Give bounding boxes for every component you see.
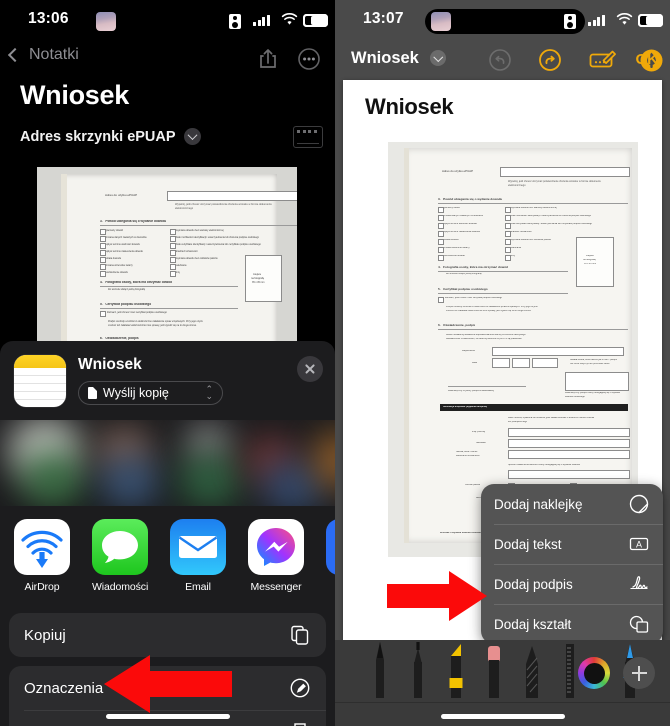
chevron-left-icon — [7, 47, 23, 63]
page-title: Wniosek — [20, 80, 129, 110]
more-ellipsis-icon[interactable] — [296, 46, 322, 72]
battery-icon — [638, 14, 663, 27]
island-thumbnail — [96, 12, 116, 31]
suggested-contacts-row[interactable] — [0, 420, 335, 506]
pen-tool[interactable] — [361, 640, 399, 702]
status-time: 13:07 — [363, 10, 404, 27]
wifi-icon — [281, 13, 298, 26]
menu-item-label: Dodaj tekst — [494, 536, 562, 552]
markup-toolbar-icon[interactable] — [587, 47, 617, 73]
printer-icon — [289, 721, 311, 726]
svg-text:A: A — [636, 539, 642, 549]
left-phone-panel: 13:06 Notatki Wniosek Adres skrzynki ePU… — [0, 0, 335, 726]
document-heading: Wniosek — [365, 94, 454, 119]
menu-item-dodaj-podpis[interactable]: Dodaj podpis — [481, 564, 663, 604]
cellular-signal-icon — [253, 14, 270, 26]
action-group-copy: Kopiuj — [9, 613, 326, 657]
action-label: Kopiuj — [24, 626, 66, 644]
markup-nav-bar: Wniosek OK — [335, 40, 670, 80]
action-kopiuj[interactable]: Kopiuj — [9, 613, 326, 657]
menu-item-dodaj-naklejke[interactable]: Dodaj naklejkę — [481, 484, 663, 524]
messages-icon — [92, 519, 148, 575]
dual-phone-screenshot: 13:06 Notatki Wniosek Adres skrzynki ePU… — [0, 0, 670, 726]
share-app-messenger[interactable]: Messenger — [248, 519, 304, 593]
red-arrow-left-pointing-at-oznaczenia — [104, 653, 232, 715]
eraser-tool[interactable] — [475, 640, 513, 702]
send-copy-option[interactable]: Wyślij kopię ⌃ ⌄ — [78, 381, 223, 405]
up-down-chevron-icon: ⌃ ⌄ — [205, 384, 213, 401]
notes-app-icon — [14, 355, 66, 407]
mail-icon — [170, 519, 226, 575]
share-app-airdrop[interactable]: AirDrop — [14, 519, 70, 593]
plus-icon[interactable] — [623, 657, 655, 689]
share-app-email[interactable]: Email — [170, 519, 226, 593]
signal-icon — [326, 519, 335, 575]
menu-item-label: Dodaj podpis — [494, 576, 573, 592]
share-app-label: Wiadomości — [92, 581, 149, 593]
undo-icon[interactable] — [487, 47, 513, 73]
text-box-icon: A — [628, 533, 650, 555]
red-arrow-right-pointing-at-dodaj-podpis — [387, 570, 487, 622]
document-title-button[interactable]: Wniosek — [351, 49, 447, 68]
share-sheet-header: Wniosek Wyślij kopię ⌃ ⌄ — [0, 341, 335, 409]
status-time: 13:06 — [28, 10, 69, 27]
left-nav-bar: Notatki — [0, 40, 335, 80]
keyboard-icon[interactable] — [293, 126, 323, 148]
dynamic-island[interactable] — [425, 9, 585, 34]
markup-add-menu: Dodaj naklejkę Dodaj tekst A Dodaj podpi… — [481, 484, 663, 644]
home-indicator — [440, 714, 565, 719]
dynamic-island[interactable] — [90, 9, 250, 34]
back-label: Notatki — [29, 46, 79, 63]
speaker-icon — [564, 14, 576, 29]
color-wheel-icon[interactable] — [578, 657, 610, 689]
share-app-messages[interactable]: Wiadomości — [92, 519, 148, 593]
cellular-signal-icon — [588, 14, 605, 26]
share-icon[interactable] — [255, 46, 281, 72]
share-app-label: Messenger — [250, 581, 302, 593]
lasso-tool[interactable] — [513, 640, 551, 702]
attachment-label: Adres skrzynki ePUAP — [20, 128, 176, 145]
send-copy-label: Wyślij kopię — [103, 386, 169, 400]
share-app-label: AirDrop — [24, 581, 60, 593]
wifi-icon — [616, 13, 633, 26]
share-sheet-title: Wniosek — [78, 356, 142, 373]
marker-tool[interactable] — [399, 640, 437, 702]
share-apps-row: AirDrop Wiadomości Email Messenger — [0, 519, 335, 607]
highlighter-tool[interactable] — [437, 640, 475, 702]
back-to-notatki-button[interactable]: Notatki — [7, 46, 79, 64]
chevron-down-icon[interactable] — [183, 128, 201, 145]
done-ok-button[interactable]: OK — [636, 51, 659, 68]
document-icon — [88, 387, 97, 399]
share-app-label: S — [326, 581, 335, 593]
markup-toolbar — [335, 640, 670, 726]
left-status-bar: 13:06 — [0, 0, 335, 40]
menu-item-label: Dodaj kształt — [494, 616, 572, 632]
copy-icon — [289, 624, 311, 646]
redo-icon[interactable] — [537, 47, 563, 73]
scanned-document-preview[interactable]: Adres do użytku ePUAP Wypełnij, jeśli ch… — [37, 167, 297, 342]
attachment-row[interactable]: Adres skrzynki ePUAP — [20, 128, 201, 145]
airdrop-icon — [14, 519, 70, 575]
right-status-bar: 13:07 — [335, 0, 670, 40]
shapes-icon — [628, 613, 650, 635]
battery-icon — [303, 14, 328, 27]
close-icon[interactable] — [297, 356, 323, 382]
chevron-down-icon[interactable] — [430, 49, 447, 66]
document-title: Wniosek — [351, 49, 419, 67]
right-phone-panel: 13:07 Wniosek OK Wniosek Adres do użytku… — [335, 0, 670, 726]
menu-item-dodaj-tekst[interactable]: Dodaj tekst A — [481, 524, 663, 564]
markup-pen-icon — [289, 677, 311, 699]
tool-list — [341, 640, 664, 702]
menu-item-label: Dodaj naklejkę — [494, 496, 583, 512]
share-app-signal[interactable]: S — [326, 519, 335, 593]
sticker-icon — [628, 493, 650, 515]
signature-icon — [628, 573, 650, 595]
island-thumbnail — [431, 12, 451, 31]
speaker-icon — [229, 14, 241, 29]
share-app-label: Email — [185, 581, 211, 593]
toolbar-divider — [335, 702, 670, 703]
menu-item-dodaj-ksztalt[interactable]: Dodaj kształt — [481, 604, 663, 644]
messenger-icon — [248, 519, 304, 575]
